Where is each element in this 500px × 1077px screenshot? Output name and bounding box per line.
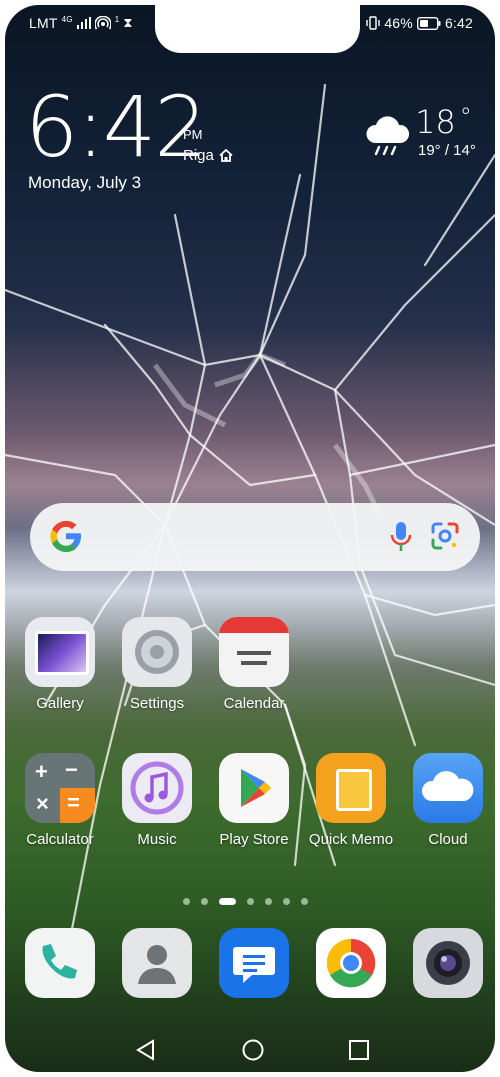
app-gallery[interactable]: Gallery bbox=[12, 617, 108, 712]
dock-contacts[interactable] bbox=[109, 928, 205, 998]
carrier-label: LMT bbox=[29, 15, 58, 31]
page-indicator[interactable] bbox=[183, 898, 308, 905]
app-label: Cloud bbox=[428, 831, 468, 848]
home-location-icon bbox=[219, 149, 233, 162]
clock-time[interactable]: 6:42 bbox=[25, 85, 208, 169]
google-lens-icon[interactable] bbox=[430, 521, 460, 551]
home-icon[interactable] bbox=[242, 1039, 264, 1061]
google-g-icon bbox=[50, 520, 81, 552]
page-dot-active bbox=[219, 898, 236, 905]
page-dot bbox=[247, 898, 254, 905]
app-quick-memo[interactable]: Quick Memo bbox=[303, 753, 399, 848]
microphone-icon[interactable] bbox=[390, 521, 412, 553]
gallery-icon bbox=[25, 617, 95, 687]
settings-icon bbox=[122, 617, 192, 687]
dock-phone[interactable] bbox=[12, 928, 108, 998]
app-label: Gallery bbox=[36, 695, 84, 712]
recents-icon[interactable] bbox=[348, 1039, 370, 1061]
back-icon[interactable] bbox=[135, 1039, 157, 1061]
page-dot bbox=[283, 898, 290, 905]
page-dot bbox=[183, 898, 190, 905]
google-search-bar[interactable] bbox=[30, 503, 480, 571]
app-play-store[interactable]: Play Store bbox=[206, 753, 302, 848]
phone-icon bbox=[25, 928, 95, 998]
calendar-icon bbox=[219, 617, 289, 687]
quick-memo-icon bbox=[316, 753, 386, 823]
status-time: 6:42 bbox=[444, 15, 473, 31]
messages-icon bbox=[219, 928, 289, 998]
home-screen: LMT 4G 1 ⧗ 46% 6:42 6:42 PM Riga Monday,… bbox=[5, 5, 495, 1072]
weather-temp: 18 ° bbox=[415, 103, 472, 141]
app-settings[interactable]: Settings bbox=[109, 617, 205, 712]
app-label: Calculator bbox=[26, 831, 94, 848]
temp-unit: ° bbox=[459, 103, 472, 131]
rain-cloud-icon[interactable] bbox=[363, 113, 411, 162]
page-dot bbox=[201, 898, 208, 905]
signal-icon bbox=[76, 17, 91, 29]
app-label: Music bbox=[137, 831, 177, 848]
calculator-icon: + − × = bbox=[25, 753, 95, 823]
app-label: Play Store bbox=[219, 831, 289, 848]
clock-city: Riga bbox=[183, 147, 233, 164]
app-label: Calendar bbox=[223, 695, 285, 712]
battery-icon bbox=[416, 16, 441, 30]
temp-value: 18 bbox=[415, 103, 456, 141]
camera-notch bbox=[155, 5, 360, 53]
app-music[interactable]: Music bbox=[109, 753, 205, 848]
network-label: 4G bbox=[61, 15, 73, 24]
contacts-icon bbox=[122, 928, 192, 998]
play-store-icon bbox=[219, 753, 289, 823]
clock-ampm: PM bbox=[183, 127, 203, 142]
app-calendar[interactable]: Calendar bbox=[206, 617, 302, 712]
app-cloud[interactable]: Cloud bbox=[400, 753, 495, 848]
navigation-bar bbox=[5, 1025, 495, 1072]
app-label: Quick Memo bbox=[308, 831, 394, 848]
dock-camera[interactable] bbox=[400, 928, 495, 998]
page-dot bbox=[301, 898, 308, 905]
camera-icon bbox=[413, 928, 483, 998]
dock-messages[interactable] bbox=[206, 928, 302, 998]
battery-percent: 46% bbox=[384, 15, 413, 31]
hotspot-icon bbox=[94, 16, 111, 30]
app-calculator[interactable]: + − × = Calculator bbox=[12, 753, 108, 848]
vibrate-icon bbox=[366, 16, 381, 30]
dock-chrome[interactable] bbox=[303, 928, 399, 998]
city-label: Riga bbox=[183, 147, 214, 164]
music-icon bbox=[122, 753, 192, 823]
hotspot-count: 1 bbox=[114, 15, 120, 24]
hourglass-icon: ⧗ bbox=[123, 15, 133, 30]
app-label: Settings bbox=[129, 695, 185, 712]
status-bar-left: LMT 4G 1 ⧗ bbox=[29, 15, 133, 31]
chrome-icon bbox=[316, 928, 386, 998]
clock-date: Monday, July 3 bbox=[28, 173, 142, 192]
status-bar-right: 46% 6:42 bbox=[366, 15, 473, 31]
page-dot bbox=[265, 898, 272, 905]
cloud-icon bbox=[413, 753, 483, 823]
weather-range: 19° / 14° bbox=[418, 142, 476, 159]
